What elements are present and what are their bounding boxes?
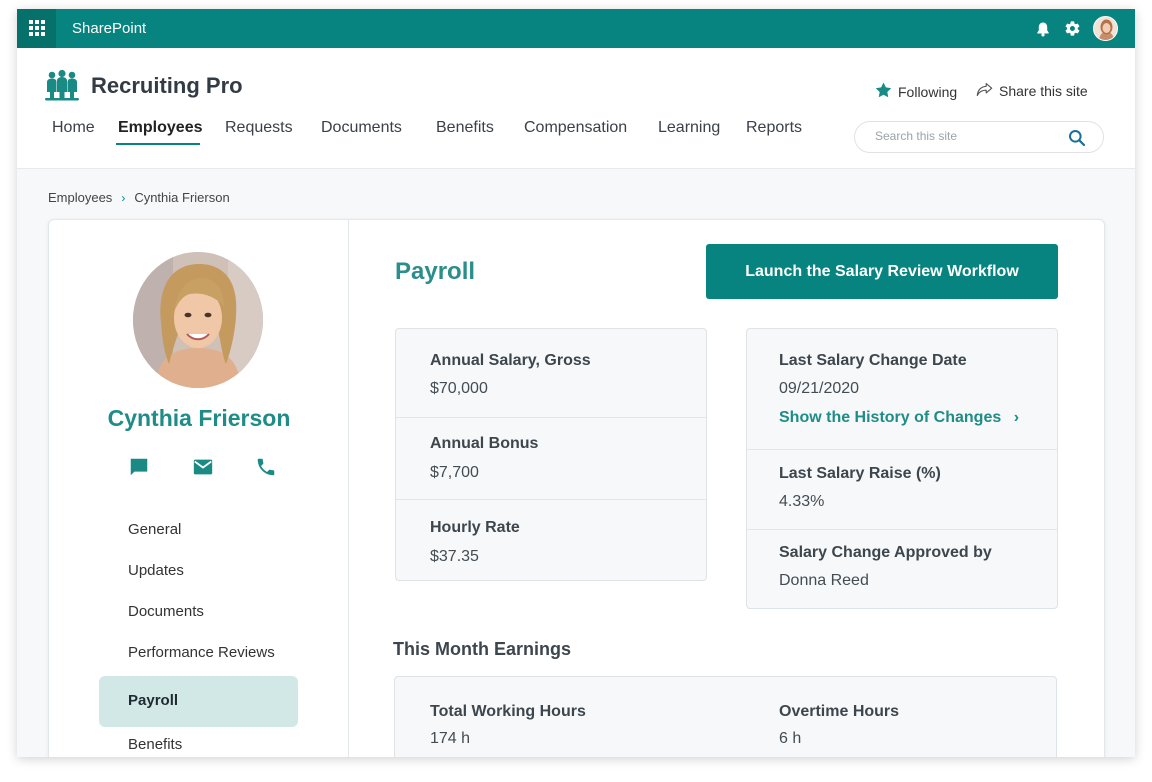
chevron-right-icon: › [1013, 409, 1020, 426]
follow-label: Following [898, 83, 958, 100]
follow-button[interactable]: Following [875, 82, 957, 101]
share-label: Share this site [999, 83, 1088, 99]
avatar[interactable] [1093, 16, 1118, 41]
nav-learning[interactable]: Learning [658, 119, 720, 137]
mail-icon[interactable] [192, 456, 214, 483]
profile-photo [133, 252, 263, 388]
bonus-row: Annual Bonus $7,700 [396, 418, 706, 500]
nav-compensation[interactable]: Compensation [524, 119, 627, 137]
chevron-right-icon: › [121, 190, 126, 205]
menu-item-documents[interactable]: Documents [99, 594, 298, 635]
profile-sidebar: Cynthia Frierson General Updates Documen… [49, 220, 349, 757]
active-nav-indicator [116, 143, 200, 145]
bell-icon[interactable] [1036, 21, 1050, 42]
raise-label: Last Salary Raise (%) [779, 465, 941, 482]
menu-item-performance-reviews[interactable]: Performance Reviews [99, 635, 298, 676]
star-icon [875, 82, 892, 101]
earnings-title: This Month Earnings [393, 639, 571, 659]
breadcrumb-current: Cynthia Frierson [134, 190, 230, 205]
suite-title[interactable]: SharePoint [72, 20, 146, 37]
breadcrumb-employees[interactable]: Employees [48, 190, 112, 205]
people-group-icon[interactable] [45, 69, 79, 106]
approved-row: Salary Change Approved by Donna Reed [747, 530, 1057, 610]
history-link-label: Show the History of Changes [779, 409, 1002, 426]
earnings-panel: Total Working Hours 174 h Overtime Hours… [394, 676, 1057, 757]
nav-requests[interactable]: Requests [225, 119, 293, 137]
hourly-rate-row: Hourly Rate $37.35 [396, 500, 706, 582]
launch-salary-review-button[interactable]: Launch the Salary Review Workflow [706, 244, 1058, 299]
payroll-title: Payroll [395, 258, 476, 285]
site-search[interactable] [854, 121, 1104, 153]
annual-salary-label: Annual Salary, Gross [430, 352, 591, 369]
hourly-rate-label: Hourly Rate [430, 519, 520, 536]
menu-item-updates[interactable]: Updates [99, 553, 298, 594]
share-icon [976, 82, 993, 100]
annual-salary-value: $70,000 [430, 380, 488, 397]
last-change-row: Last Salary Change Date 09/21/2020 Show … [747, 329, 1057, 450]
share-button[interactable]: Share this site [976, 82, 1088, 100]
approved-value: Donna Reed [779, 572, 869, 589]
nav-documents[interactable]: Documents [321, 119, 402, 137]
nav-reports[interactable]: Reports [746, 119, 802, 137]
working-hours-value: 174 h [430, 730, 471, 747]
raise-value: 4.33% [779, 493, 825, 510]
breadcrumb: Employees › Cynthia Frierson [48, 190, 230, 205]
menu-item-general[interactable]: General [99, 512, 298, 553]
overtime-hours-label: Overtime Hours [779, 703, 900, 720]
raise-row: Last Salary Raise (%) 4.33% [747, 450, 1057, 530]
menu-item-payroll[interactable]: Payroll [99, 676, 298, 727]
gear-icon[interactable] [1064, 20, 1081, 42]
search-icon[interactable] [1068, 129, 1086, 152]
payroll-section: Payroll Launch the Salary Review Workflo… [350, 220, 1105, 757]
employee-card: Cynthia Frierson General Updates Documen… [48, 219, 1105, 757]
suite-bar: SharePoint [17, 9, 1135, 48]
nav-employees[interactable]: Employees [118, 119, 202, 137]
salary-panel: Annual Salary, Gross $70,000 Annual Bonu… [395, 328, 707, 581]
salary-change-panel: Last Salary Change Date 09/21/2020 Show … [746, 328, 1058, 609]
overtime-hours-value: 6 h [779, 730, 802, 747]
annual-bonus-label: Annual Bonus [430, 435, 539, 452]
profile-name: Cynthia Frierson [107, 405, 291, 431]
nav-home[interactable]: Home [52, 119, 95, 137]
last-change-label: Last Salary Change Date [779, 352, 967, 369]
site-title[interactable]: Recruiting Pro [91, 73, 243, 99]
approved-label: Salary Change Approved by [779, 544, 992, 561]
hourly-rate-value: $37.35 [430, 548, 479, 565]
history-link[interactable]: Show the History of Changes › [779, 409, 1019, 427]
waffle-icon[interactable] [17, 9, 56, 48]
site-header: Recruiting Pro Following Share this site… [17, 48, 1135, 169]
sharepoint-window: SharePoint Recruiting Pro Following Shar… [17, 9, 1135, 757]
salary-row: Annual Salary, Gross $70,000 [396, 329, 706, 418]
search-input[interactable] [875, 129, 1055, 143]
annual-bonus-value: $7,700 [430, 464, 479, 481]
nav-benefits[interactable]: Benefits [436, 119, 494, 137]
chat-icon[interactable] [128, 456, 150, 483]
working-hours-label: Total Working Hours [430, 703, 586, 720]
last-change-value: 09/21/2020 [779, 380, 860, 397]
phone-icon[interactable] [255, 456, 277, 483]
menu-item-benefits[interactable]: Benefits [99, 727, 298, 757]
